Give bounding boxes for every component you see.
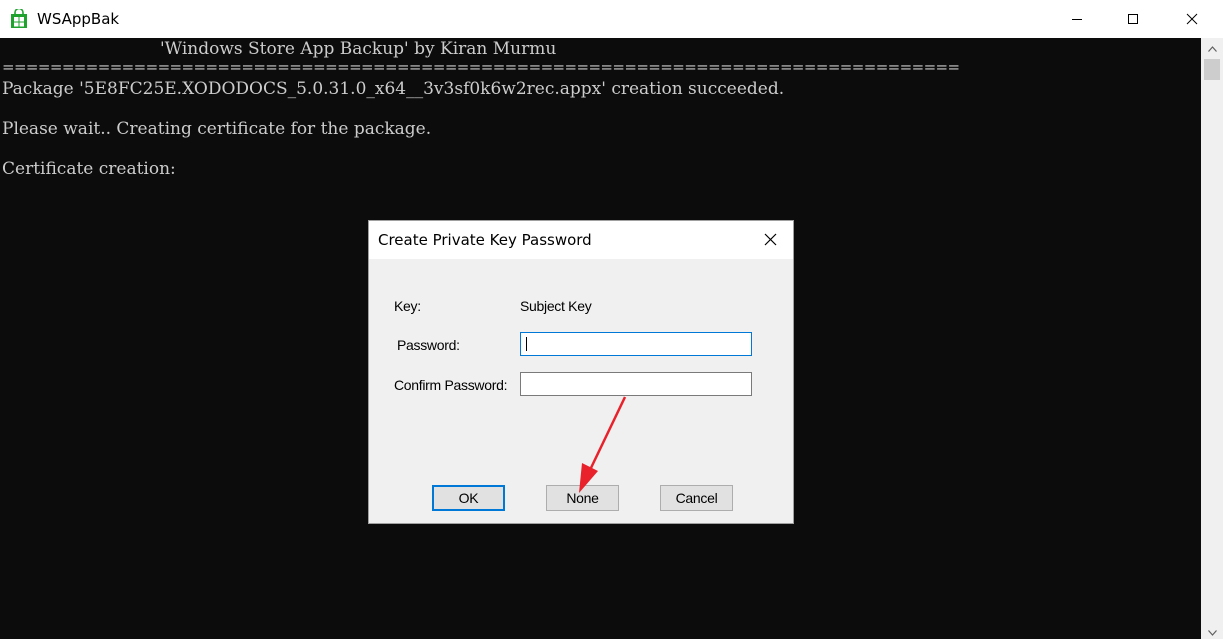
chevron-down-icon: [1207, 621, 1217, 640]
confirm-password-label: Confirm Password:: [394, 377, 508, 393]
scroll-down-button[interactable]: [1201, 622, 1223, 639]
ok-button[interactable]: OK: [432, 485, 505, 511]
maximize-icon: [1127, 13, 1139, 25]
scroll-up-button[interactable]: [1201, 38, 1223, 55]
title-bar[interactable]: WSAppBak: [0, 0, 1223, 38]
console-line: Package '5E8FC25E.XODODOCS_5.0.31.0_x64_…: [2, 79, 785, 99]
key-value: Subject Key: [520, 298, 592, 314]
chevron-up-icon: [1207, 37, 1217, 56]
private-key-password-dialog: Create Private Key Password Key: Subject…: [368, 220, 794, 524]
scroll-thumb[interactable]: [1204, 59, 1220, 80]
minimize-icon: [1071, 13, 1083, 25]
window-title: WSAppBak: [37, 10, 120, 28]
minimize-button[interactable]: [1049, 0, 1105, 38]
console-line: Certificate creation:: [2, 159, 176, 179]
console-line: 'Windows Store App Backup' by Kiran Murm…: [160, 39, 557, 59]
none-button[interactable]: None: [546, 485, 619, 511]
password-label: Password:: [397, 337, 460, 353]
console-separator: ========================================…: [2, 58, 960, 76]
dialog-title-bar[interactable]: Create Private Key Password: [369, 221, 793, 259]
cancel-button[interactable]: Cancel: [660, 485, 733, 511]
close-icon: [764, 231, 777, 250]
dialog-title: Create Private Key Password: [378, 231, 592, 249]
console-line: Please wait.. Creating certificate for t…: [2, 119, 432, 139]
confirm-password-field[interactable]: [520, 372, 752, 396]
dialog-close-button[interactable]: [755, 227, 785, 253]
vertical-scrollbar[interactable]: [1201, 38, 1223, 639]
close-icon: [1186, 13, 1198, 25]
app-window: WSAppBak 'Windows Store App Backup' by K…: [0, 0, 1223, 639]
close-button[interactable]: [1161, 0, 1223, 38]
key-label: Key:: [394, 298, 421, 314]
text-caret: [526, 337, 527, 351]
store-bag-icon: [10, 7, 28, 29]
maximize-button[interactable]: [1105, 0, 1161, 38]
password-field[interactable]: [520, 332, 752, 356]
